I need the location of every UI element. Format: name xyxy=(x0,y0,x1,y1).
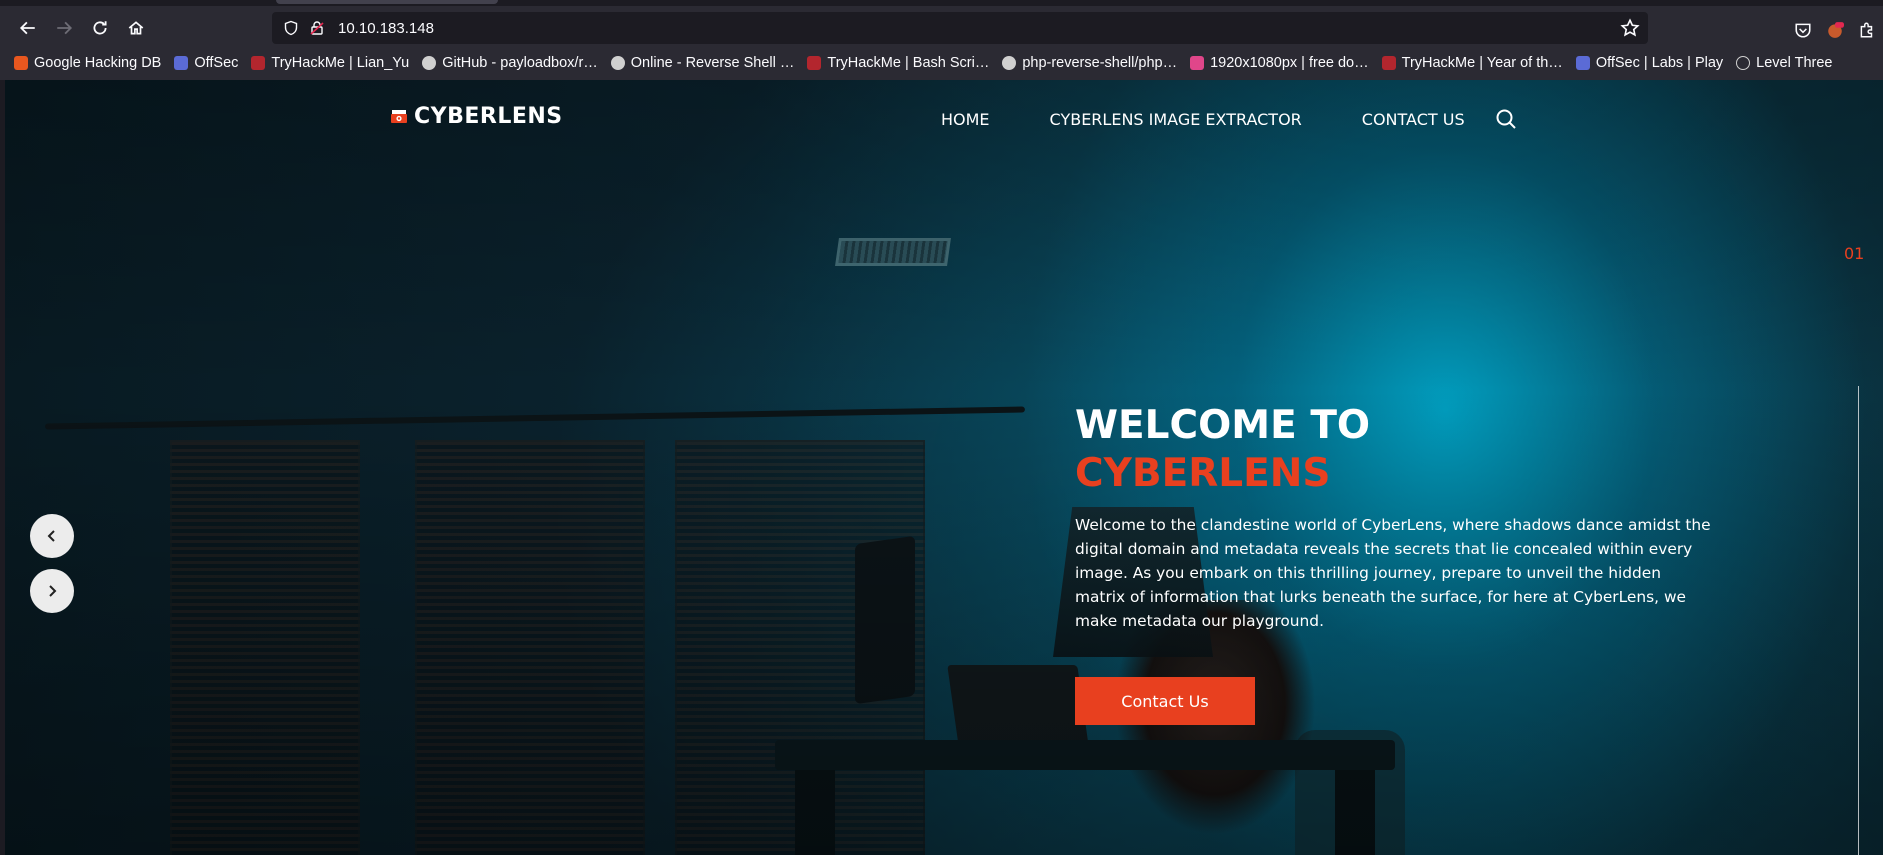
forward-button[interactable] xyxy=(48,12,80,44)
pocket-icon xyxy=(1795,23,1811,38)
bookmark-item[interactable]: TryHackMe | Lian_Yu xyxy=(251,55,409,71)
bookmark-favicon-icon xyxy=(807,56,822,70)
camera-logo-icon xyxy=(391,109,407,123)
logo-text: CYBERLENS xyxy=(414,104,563,129)
contact-us-button[interactable]: Contact Us xyxy=(1075,677,1255,725)
github-icon xyxy=(422,56,437,70)
extensions-button[interactable] xyxy=(1851,14,1883,46)
carousel-next-button[interactable] xyxy=(30,569,74,613)
pocket-button[interactable] xyxy=(1787,14,1819,46)
reload-icon xyxy=(93,21,107,35)
bookmark-item[interactable]: Online - Reverse Shell … xyxy=(610,55,794,71)
bookmark-favicon-icon xyxy=(1381,56,1396,70)
chevron-left-icon xyxy=(47,530,55,542)
chevron-right-icon xyxy=(49,585,57,597)
bookmark-favicon-icon xyxy=(1575,56,1590,70)
browser-chrome: 10.10.183.148 Google Hacking DB OffSec T… xyxy=(0,0,1883,80)
active-tab[interactable] xyxy=(276,0,498,4)
reload-button[interactable] xyxy=(84,12,116,44)
shield-icon[interactable] xyxy=(282,19,300,37)
extension-avatar-icon xyxy=(1828,22,1844,38)
nav-contact-us[interactable]: CONTACT US xyxy=(1362,110,1465,129)
search-icon[interactable] xyxy=(1495,108,1517,130)
url-text[interactable]: 10.10.183.148 xyxy=(338,20,434,37)
back-button[interactable] xyxy=(12,12,44,44)
home-icon xyxy=(128,21,144,35)
nav-image-extractor[interactable]: CYBERLENS IMAGE EXTRACTOR xyxy=(1050,110,1302,129)
globe-icon xyxy=(1736,56,1751,70)
profile-extension-button[interactable] xyxy=(1819,14,1851,46)
hero-title: WELCOME TO CYBERLENS xyxy=(1075,402,1370,498)
hero-title-line-2: CYBERLENS xyxy=(1075,451,1331,496)
address-bar[interactable]: 10.10.183.148 xyxy=(272,12,1648,44)
navigation-toolbar: 10.10.183.148 xyxy=(0,10,1883,46)
slide-indicator[interactable]: 01 xyxy=(1844,244,1864,263)
hero-section: CYBERLENS HOME CYBERLENS IMAGE EXTRACTOR… xyxy=(5,80,1883,855)
bookmark-item[interactable]: Level Three xyxy=(1736,55,1832,71)
bookmark-item[interactable]: php-reverse-shell/php… xyxy=(1002,55,1177,71)
bookmark-item[interactable]: 1920x1080px | free do… xyxy=(1190,55,1369,71)
tab-strip xyxy=(0,0,1883,6)
bookmark-item[interactable]: Google Hacking DB xyxy=(14,55,161,71)
bookmark-favicon-icon xyxy=(14,56,28,70)
bookmark-item[interactable]: TryHackMe | Year of th… xyxy=(1381,55,1563,71)
bookmark-item[interactable]: OffSec | Labs | Play xyxy=(1575,55,1723,71)
toolbar-right-icons xyxy=(1787,12,1883,44)
main-nav: HOME CYBERLENS IMAGE EXTRACTOR CONTACT U… xyxy=(941,108,1517,130)
bookmark-favicon-icon xyxy=(251,56,266,70)
site-logo[interactable]: CYBERLENS xyxy=(390,104,563,129)
bookmark-item[interactable]: GitHub - payloadbox/r… xyxy=(422,55,598,71)
background-overlay xyxy=(5,80,1883,855)
carousel-prev-button[interactable] xyxy=(30,514,74,558)
github-icon xyxy=(1002,56,1017,70)
site-header: CYBERLENS HOME CYBERLENS IMAGE EXTRACTOR… xyxy=(5,80,1883,160)
bookmark-item[interactable]: OffSec xyxy=(174,55,238,71)
nav-home[interactable]: HOME xyxy=(941,110,990,129)
bookmark-favicon-icon xyxy=(1190,56,1205,70)
bookmark-item[interactable]: TryHackMe | Bash Scri… xyxy=(807,55,989,71)
arrow-left-icon xyxy=(19,21,35,35)
insecure-lock-icon[interactable] xyxy=(308,19,326,37)
hero-title-line-1: WELCOME TO xyxy=(1075,403,1371,448)
hero-description: Welcome to the clandestine world of Cybe… xyxy=(1075,516,1711,630)
bookmark-favicon-icon xyxy=(174,56,189,70)
star-icon[interactable] xyxy=(1620,18,1640,38)
arrow-right-icon xyxy=(57,21,73,35)
puzzle-icon xyxy=(1860,22,1873,38)
slide-progress-line xyxy=(1858,386,1859,855)
home-button[interactable] xyxy=(120,12,152,44)
bookmarks-toolbar: Google Hacking DB OffSec TryHackMe | Lia… xyxy=(0,50,1883,76)
skull-icon xyxy=(610,56,625,70)
